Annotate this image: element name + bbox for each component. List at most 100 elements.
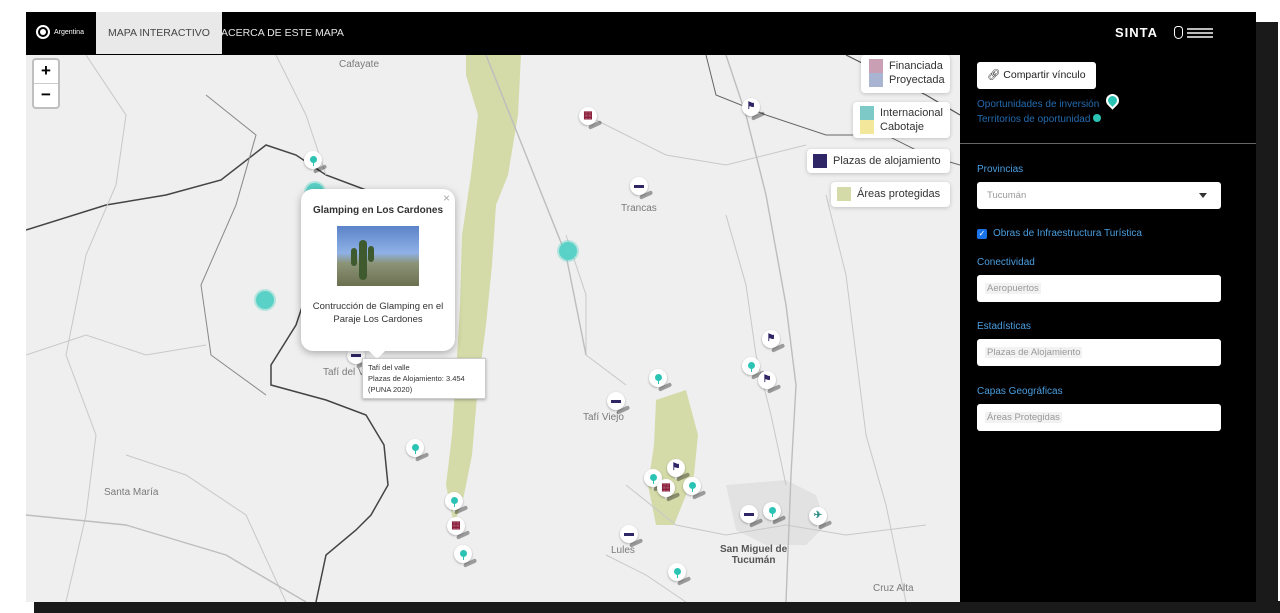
link-territorios-oportunidad[interactable]: Territorios de oportunidad bbox=[977, 114, 1102, 125]
obras-checkbox[interactable]: ✓ bbox=[977, 229, 987, 239]
tooltip-plazas: Plazas de Alojamiento: 3.454 bbox=[368, 374, 465, 383]
label-santa-maria: Santa María bbox=[104, 487, 159, 498]
conectividad-title: Conectividad bbox=[977, 257, 1035, 268]
share-label: Compartir vínculo bbox=[1003, 69, 1086, 81]
legend-proyectada: Proyectada bbox=[889, 74, 945, 86]
legend-areas: Áreas protegidas bbox=[831, 182, 950, 207]
map-pin-icon bbox=[450, 496, 458, 507]
estadisticas-chip: Plazas de Alojamiento bbox=[985, 347, 1083, 358]
tooltip-place: Tafí del valle bbox=[368, 363, 410, 372]
tab-acerca[interactable]: ACERCA DE ESTE MAPA bbox=[209, 12, 356, 54]
bed-icon: ▬ bbox=[634, 180, 644, 191]
capas-select[interactable]: Áreas Protegidas bbox=[977, 404, 1221, 431]
cabotaje-swatch bbox=[860, 120, 874, 134]
proyectada-swatch bbox=[869, 73, 883, 87]
building-icon: ⚑ bbox=[762, 374, 772, 385]
estadisticas-title: Estadísticas bbox=[977, 321, 1031, 332]
map-pin-icon bbox=[309, 155, 317, 166]
investment-pin[interactable] bbox=[304, 151, 328, 174]
zoom-in-button[interactable]: + bbox=[34, 60, 58, 83]
investment-pin[interactable] bbox=[763, 502, 787, 525]
building-pin[interactable]: ⚑ bbox=[758, 371, 782, 394]
label-trancas: Trancas bbox=[621, 203, 657, 214]
legend-plazas: Plazas de alojamiento bbox=[807, 149, 950, 173]
territorio-circle-marker[interactable] bbox=[559, 242, 577, 260]
areas-swatch bbox=[837, 187, 851, 201]
hotel-icon: ▦ bbox=[451, 520, 461, 531]
side-panel: 🔗︎ Compartir vínculo Oportunidades de in… bbox=[960, 55, 1256, 602]
hotel-pin[interactable]: ▦ bbox=[447, 517, 471, 540]
app-title: SINTA bbox=[1115, 25, 1159, 40]
lodging-pin[interactable]: ▬ bbox=[740, 505, 764, 528]
legend-areas-label: Áreas protegidas bbox=[857, 188, 941, 200]
building-icon: ⚑ bbox=[766, 333, 776, 344]
building-icon: ⚑ bbox=[671, 462, 681, 473]
bed-icon: ▬ bbox=[624, 528, 634, 539]
lodging-pin[interactable]: ▬ bbox=[607, 392, 631, 415]
tooltip-source: (PUNA 2020) bbox=[368, 385, 413, 394]
investment-pin[interactable] bbox=[649, 369, 673, 392]
map-canvas[interactable]: Cafayate Tafí del Valle Tafí Viejo Tranc… bbox=[26, 55, 960, 602]
divider bbox=[960, 143, 1256, 144]
investment-pin[interactable] bbox=[406, 439, 430, 462]
provincias-title: Provincias bbox=[977, 164, 1024, 175]
popup-title: Glamping en Los Cardones bbox=[312, 205, 444, 216]
investment-pin[interactable] bbox=[668, 563, 692, 586]
hover-tooltip: Tafí del valle Plazas de Alojamiento: 3.… bbox=[362, 358, 486, 399]
capas-chip: Áreas Protegidas bbox=[985, 412, 1062, 423]
estadisticas-select[interactable]: Plazas de Alojamiento bbox=[977, 339, 1221, 366]
investment-pin[interactable] bbox=[683, 477, 707, 500]
map-pin-icon bbox=[673, 567, 681, 578]
window-shadow-bottom bbox=[34, 601, 1280, 613]
argentina-logo[interactable]: Argentina bbox=[36, 25, 84, 39]
airport-bus-pin[interactable]: ⚑ bbox=[742, 98, 766, 121]
shield-icon bbox=[1174, 26, 1183, 39]
provincias-value: Tucumán bbox=[987, 190, 1027, 201]
legend-financiada: Financiada bbox=[889, 60, 943, 72]
building-pin[interactable]: ⚑ bbox=[762, 330, 786, 353]
conectividad-select[interactable]: Aeropuertos bbox=[977, 275, 1221, 302]
share-link-button[interactable]: 🔗︎ Compartir vínculo bbox=[977, 62, 1096, 89]
legend-cabotaje: Cabotaje bbox=[880, 121, 925, 133]
hotel-pin[interactable]: ▦ bbox=[657, 479, 681, 502]
territorios-label: Territorios de oportunidad bbox=[977, 114, 1091, 125]
investment-pin[interactable] bbox=[445, 492, 469, 515]
close-icon[interactable]: × bbox=[443, 191, 450, 205]
chevron-down-icon bbox=[1199, 193, 1207, 198]
inversion-label: Oportunidades de inversión bbox=[977, 99, 1100, 110]
map-pin-icon bbox=[688, 481, 696, 492]
label-cruz-alta: Cruz Alta bbox=[873, 583, 914, 594]
legend-plazas-label: Plazas de alojamiento bbox=[833, 155, 941, 167]
lodging-pin[interactable]: ▬ bbox=[620, 525, 644, 548]
airplane-icon: ✈ bbox=[813, 510, 823, 521]
window-shadow bbox=[1256, 22, 1278, 613]
label-san-miguel: San Miguel de Tucumán bbox=[720, 544, 788, 566]
legend-internacional: Internacional bbox=[880, 107, 943, 119]
financiada-swatch bbox=[869, 59, 883, 73]
zoom-control: + − bbox=[32, 58, 60, 109]
tab-mapa-interactivo[interactable]: MAPA INTERACTIVO bbox=[96, 12, 222, 54]
zoom-out-button[interactable]: − bbox=[34, 83, 58, 107]
conectividad-chip: Aeropuertos bbox=[985, 283, 1041, 294]
info-popup: × Glamping en Los Cardones Contrucción d… bbox=[301, 189, 455, 359]
building-icon: ⚑ bbox=[746, 101, 756, 112]
building-pin[interactable]: ⚑ bbox=[667, 459, 691, 482]
hotel-pin[interactable]: ▦ bbox=[579, 107, 603, 130]
airport-pin[interactable]: ✈ bbox=[809, 507, 833, 530]
map-pin-icon bbox=[411, 443, 419, 454]
map-pin-icon bbox=[654, 373, 662, 384]
sun-icon bbox=[36, 25, 50, 39]
popup-photo bbox=[337, 226, 419, 286]
top-nav-bar: Argentina MAPA INTERACTIVO ACERCA DE EST… bbox=[26, 12, 1256, 55]
link-oportunidades-inversion[interactable]: Oportunidades de inversión bbox=[977, 91, 1122, 110]
lodging-pin[interactable]: ▬ bbox=[630, 177, 654, 200]
investment-pin[interactable] bbox=[454, 545, 478, 568]
app-window: Argentina MAPA INTERACTIVO ACERCA DE EST… bbox=[26, 12, 1256, 602]
capas-title: Capas Geográficas bbox=[977, 386, 1063, 397]
obras-label[interactable]: Obras de Infraestructura Turística bbox=[993, 228, 1142, 239]
hotel-icon: ▦ bbox=[661, 482, 671, 493]
territorio-circle-marker[interactable] bbox=[256, 291, 274, 309]
provincias-select[interactable]: Tucumán bbox=[977, 182, 1221, 209]
map-pin-icon bbox=[1103, 91, 1122, 110]
bed-icon: ▬ bbox=[611, 395, 621, 406]
